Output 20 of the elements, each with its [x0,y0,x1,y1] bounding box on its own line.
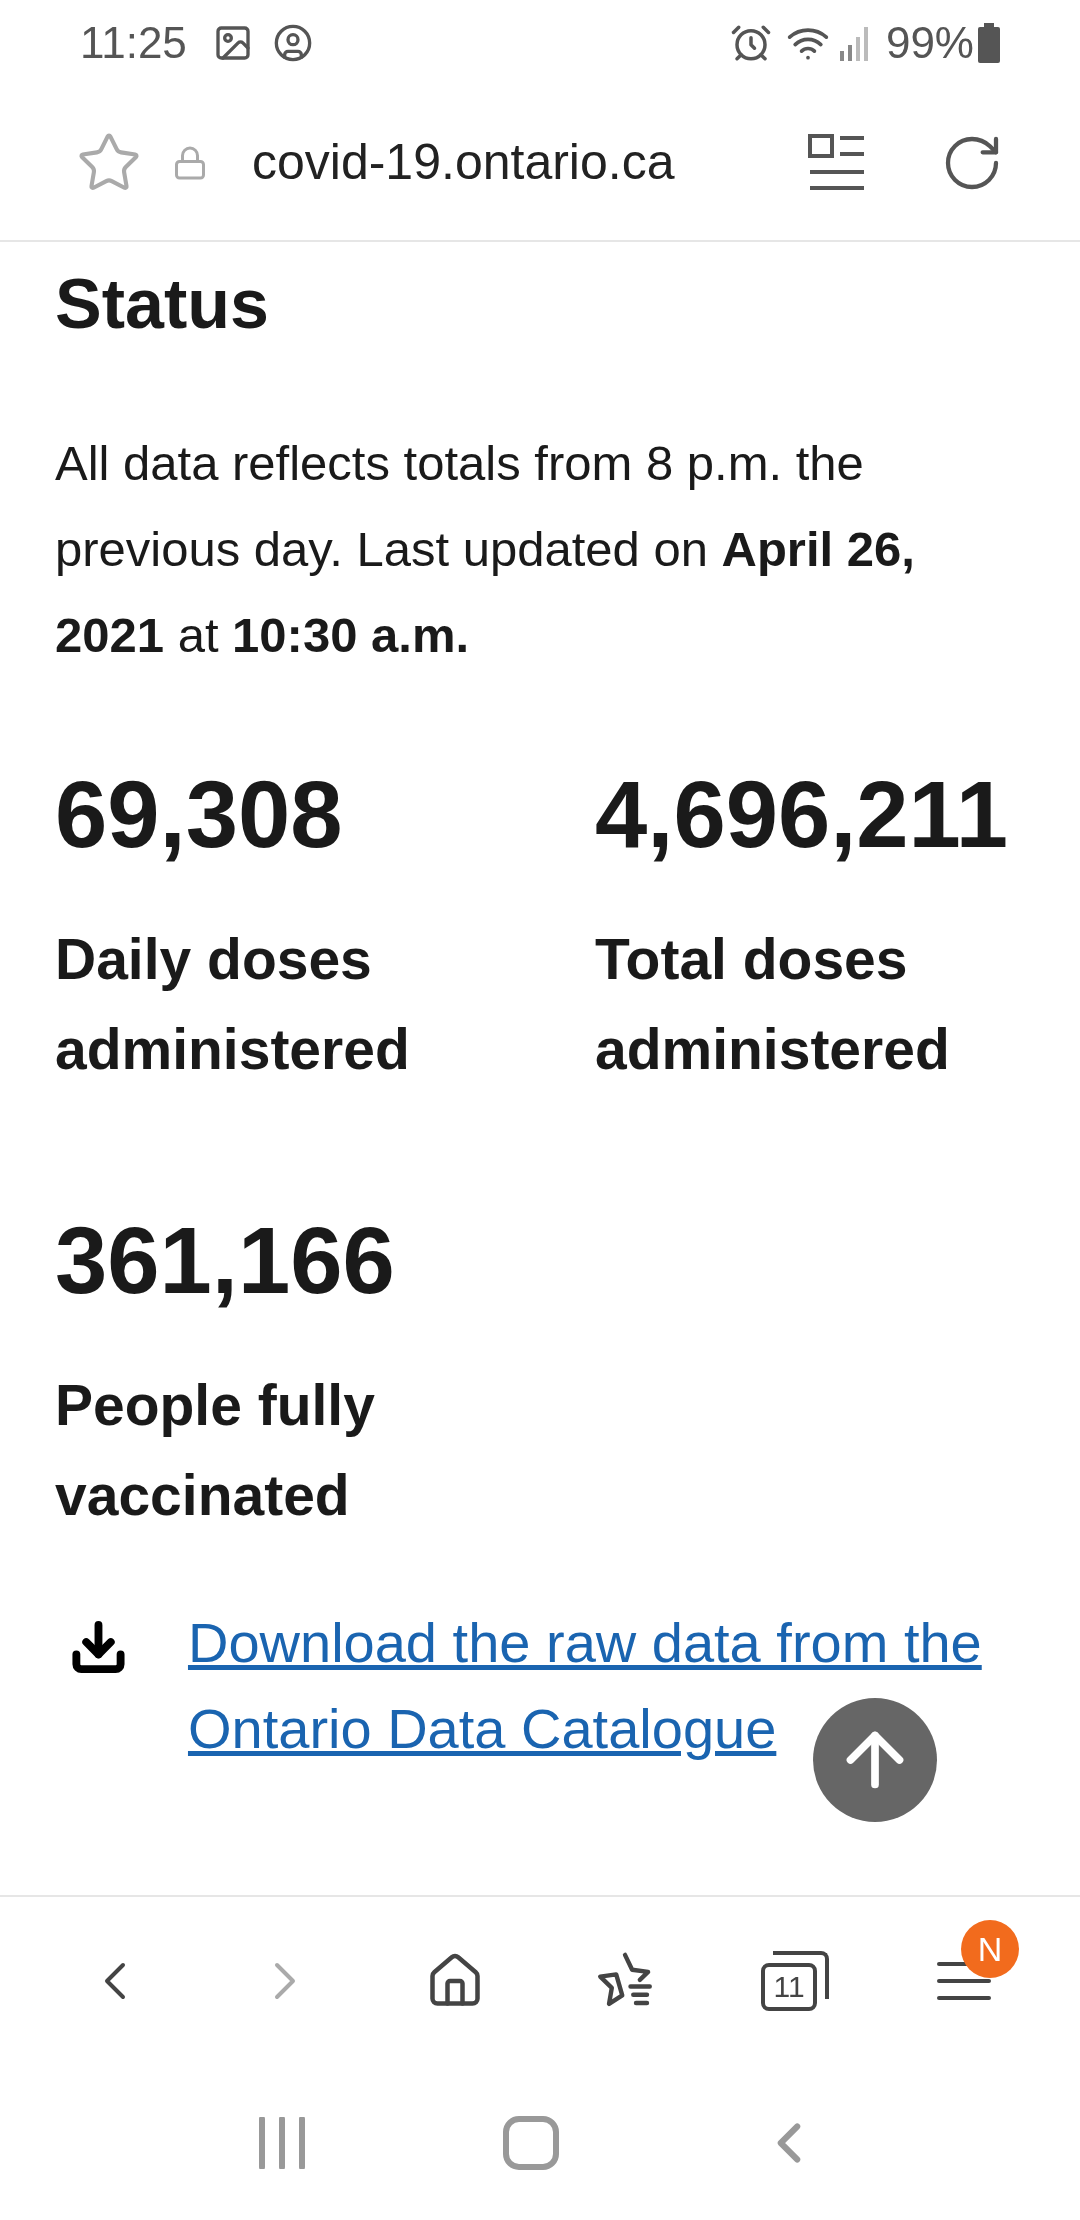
stat-label: Daily doses administered [55,926,411,1083]
reader-mode-icon[interactable] [808,133,866,192]
stat-label: People fully vaccinated [55,1372,376,1529]
stat-value: 361,166 [55,1214,396,1308]
stat-value: 69,308 [55,768,344,862]
notification-badge: N [961,1920,1019,1978]
stat-label: Total doses administered [595,926,951,1083]
update-note: All data reflects totals from 8 p.m. the previous day. Last updated on April 26, 2021 at 10:30 a.m. [55,435,916,664]
tab-count: 11 [773,1972,805,2002]
battery-level: 99% [885,16,974,69]
recent-apps-icon[interactable] [258,2116,307,2169]
account-icon [272,22,313,63]
clock: 11:25 [80,16,187,69]
home-nav-button[interactable] [503,2115,559,2170]
url-text[interactable]: covid-19.ontario.ca [252,125,675,200]
download-link[interactable]: Download the raw data from the Ontario Data Catalogue [187,1600,1025,1772]
stat-value: 4,696,211 [595,768,1009,862]
battery-icon [978,22,1000,63]
lock-icon [172,144,208,181]
section-heading: Status [55,264,270,344]
